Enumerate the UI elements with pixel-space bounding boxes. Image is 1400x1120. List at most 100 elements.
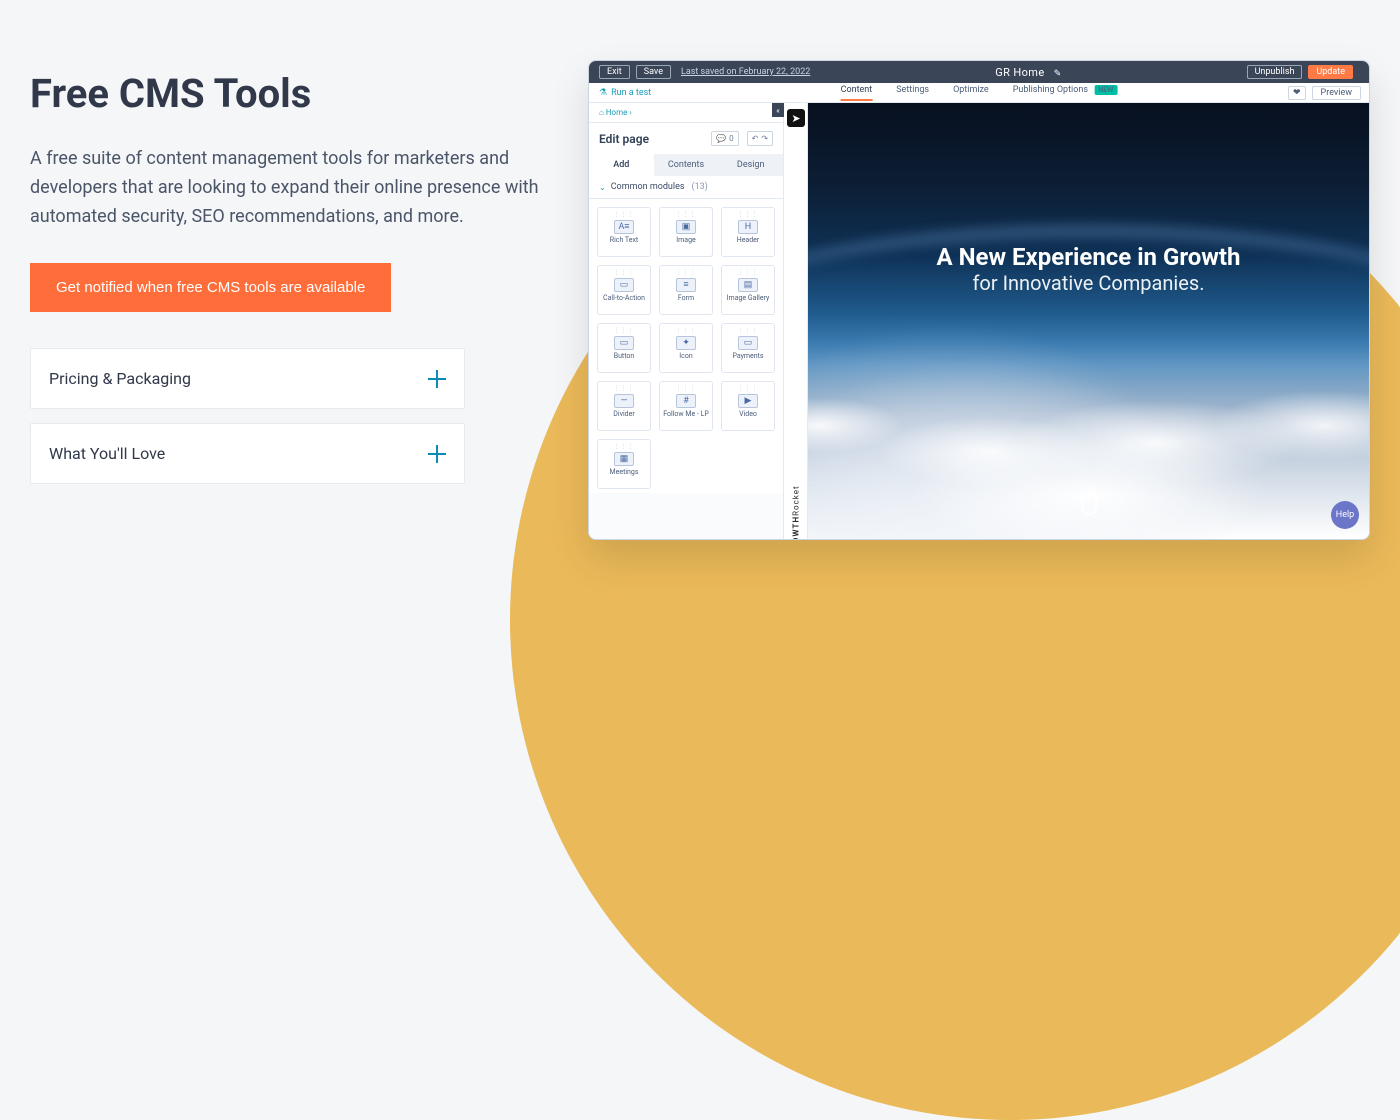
save-button[interactable]: Save [636, 65, 671, 79]
module-label: Form [678, 295, 694, 302]
brand-strip: ➤ GROWTHRocket [784, 103, 808, 539]
last-saved-link[interactable]: Last saved on February 22, 2022 [681, 67, 810, 77]
tab-content[interactable]: Content [841, 85, 873, 101]
page-name-text: GR Home [995, 66, 1044, 79]
edit-page-header: Edit page 💬 0 ↶ ↷ [589, 123, 783, 154]
module-icon: ▣ [676, 220, 696, 234]
drag-handle-icon: ⋮⋮⋮ [738, 385, 759, 392]
module-icon: H [738, 220, 758, 234]
panel-tab-add[interactable]: Add [589, 154, 654, 176]
module-divider[interactable]: ⋮⋮⋮ — Divider [597, 381, 651, 431]
page-title: Free CMS Tools [30, 70, 560, 117]
module-label: Payments [732, 353, 763, 360]
accordion-love[interactable]: What You'll Love [30, 423, 465, 484]
module-icon: ▭ [614, 278, 634, 292]
comment-icon: 💬 [716, 134, 726, 143]
modules-grid: ⋮⋮⋮ A≡ Rich Text ⋮⋮⋮ ▣ Image ⋮⋮⋮ H Header ⋮⋮⋮▭Cal… [589, 199, 783, 493]
hero-line-2: for Innovative Companies. [836, 271, 1341, 295]
module-header[interactable]: ⋮⋮⋮HHeader [721, 207, 775, 257]
module-video[interactable]: ⋮⋮⋮ ▶ Video [721, 381, 775, 431]
plus-icon [428, 370, 446, 388]
modules-section-count: (13) [691, 182, 707, 192]
modules-section-header[interactable]: ⌄ Common modules (13) [589, 176, 783, 199]
module-label: Video [739, 411, 757, 418]
module-icon: ≡ [676, 278, 696, 292]
product-screenshot: Exit Save Last saved on February 22, 202… [588, 60, 1370, 540]
plus-icon [428, 445, 446, 463]
module-icon: ▶ [738, 394, 758, 408]
new-badge: NEW [1094, 85, 1117, 95]
tab-publishing-label: Publishing Options [1013, 85, 1088, 95]
module-form[interactable]: ⋮⋮⋮ ≡ Form [659, 265, 713, 315]
comments-count: 0 [729, 134, 734, 143]
unpublish-button[interactable]: Unpublish [1247, 65, 1303, 79]
editor-side-panel: « ⌂ Home › Edit page 💬 0 ↶ ↷ A [589, 103, 784, 539]
brand-light: Rocket [791, 485, 800, 516]
page-name: GR Home ✎ [810, 66, 1246, 79]
drag-handle-icon: ⋮⋮⋮ [738, 327, 759, 334]
brand-bold: GROWTH [791, 516, 800, 540]
drag-handle-icon: ⋮⋮⋮ [614, 211, 635, 218]
module-icon: — [614, 394, 634, 408]
module-label: Header [737, 237, 760, 244]
module-label: Follow Me - LP [663, 411, 709, 418]
hero-line-1: A New Experience in Growth [836, 243, 1341, 271]
preview-button[interactable]: Preview [1312, 86, 1361, 100]
module-icon: ✦ [676, 336, 696, 350]
device-toggle-button[interactable]: ❤ [1288, 86, 1306, 100]
module-label: Rich Text [610, 237, 638, 244]
drag-handle-icon: ⋮⋮⋮ [676, 385, 697, 392]
module-follow-me-lp[interactable]: ⋮⋮⋮ # Follow Me - LP [659, 381, 713, 431]
breadcrumb[interactable]: ⌂ Home › [589, 103, 783, 123]
module-label: Image Gallery [727, 295, 770, 302]
module-image-gallery[interactable]: ⋮⋮⋮▤Image Gallery [721, 265, 775, 315]
tab-optimize[interactable]: Optimize [953, 85, 989, 101]
undo-redo[interactable]: ↶ ↷ [747, 131, 773, 146]
update-button[interactable]: Update [1308, 65, 1353, 79]
rocket-icon: ➤ [787, 109, 805, 127]
breadcrumb-home: Home [606, 108, 628, 117]
page-subtitle: A free suite of content management tools… [30, 145, 550, 231]
editor-body: « ⌂ Home › Edit page 💬 0 ↶ ↷ A [589, 103, 1369, 539]
module-label: Divider [613, 411, 634, 418]
accordion-pricing[interactable]: Pricing & Packaging [30, 348, 465, 409]
run-test-link[interactable]: ⚗ Run a test [599, 88, 651, 98]
drag-handle-icon: ⋮⋮⋮ [676, 269, 697, 276]
tab-publishing[interactable]: Publishing Options NEW [1013, 85, 1118, 101]
tab-settings[interactable]: Settings [896, 85, 929, 101]
subnav-tabs: Content Settings Optimize Publishing Opt… [841, 85, 1118, 101]
drag-handle-icon: ⋮⋮⋮ [676, 327, 697, 334]
editor-topbar: Exit Save Last saved on February 22, 202… [589, 61, 1369, 83]
module-icon: # [676, 394, 696, 408]
pencil-icon[interactable]: ✎ [1054, 69, 1062, 79]
module-image[interactable]: ⋮⋮⋮ ▣ Image [659, 207, 713, 257]
drag-handle-icon: ⋮⋮⋮ [676, 211, 697, 218]
exit-button[interactable]: Exit [599, 65, 630, 79]
collapse-panel-button[interactable]: « [772, 103, 784, 117]
drag-handle-icon: ⋮⋮⋮ [614, 443, 635, 450]
module-button[interactable]: ⋮⋮⋮▭Button [597, 323, 651, 373]
module-label: Image [676, 237, 696, 244]
editor-panel-tabs: Add Contents Design [589, 154, 783, 176]
drag-handle-icon: ⋮⋮⋮ [614, 327, 635, 334]
panel-tab-contents[interactable]: Contents [654, 154, 719, 176]
help-button[interactable]: Help [1331, 501, 1359, 529]
module-payments[interactable]: ⋮⋮⋮▭Payments [721, 323, 775, 373]
panel-tab-design[interactable]: Design [718, 154, 783, 176]
accordion-label: Pricing & Packaging [49, 369, 191, 388]
brand-vertical-text: GROWTHRocket [791, 485, 800, 540]
cta-button[interactable]: Get notified when free CMS tools are ava… [30, 263, 391, 312]
module-icon: A≡ [614, 220, 634, 234]
module-icon: ▦ [614, 452, 634, 466]
module-icon[interactable]: ⋮⋮⋮ ✦ Icon [659, 323, 713, 373]
comments-counter[interactable]: 💬 0 [711, 131, 738, 146]
run-test-label: Run a test [611, 88, 651, 98]
module-rich-text[interactable]: ⋮⋮⋮ A≡ Rich Text [597, 207, 651, 257]
module-meetings[interactable]: ⋮⋮⋮▦Meetings [597, 439, 651, 489]
module-label: Icon [679, 353, 692, 360]
page-canvas[interactable]: A New Experience in Growth for Innovativ… [808, 103, 1369, 539]
module-icon: ▭ [614, 336, 634, 350]
module-call-to-action[interactable]: ⋮⋮⋮▭Call-to-Action [597, 265, 651, 315]
drag-handle-icon: ⋮⋮⋮ [614, 385, 635, 392]
undo-icon: ↶ [752, 134, 759, 143]
